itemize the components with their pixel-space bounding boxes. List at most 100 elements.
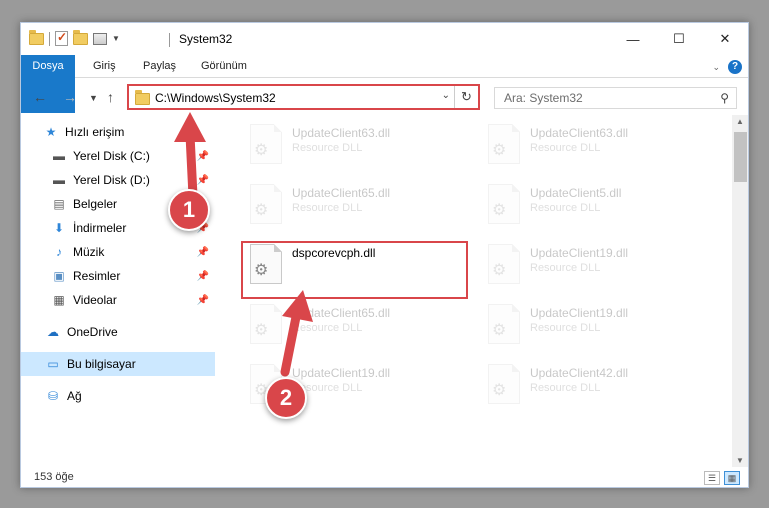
back-arrow-icon[interactable]: ← [33,89,47,105]
vertical-scrollbar[interactable]: ▲ ▼ [732,115,748,467]
file-name: UpdateClient63.dll [530,126,629,140]
minimize-button[interactable]: — [610,23,656,55]
scrollbar-thumb[interactable] [734,132,747,182]
pin-icon: 📌 [196,294,209,306]
explorer-window: ▼ System32 — ☐ ✕ Dosya Giriş Paylaş Görü… [20,22,749,488]
search-placeholder: Ara: System32 [504,91,583,105]
file-name: UpdateClient42.dll [530,366,629,380]
recent-chevron-icon[interactable]: ▼ [89,93,98,103]
file-item[interactable]: ⚙ UpdateClient65.dll Resource DLL [246,302,471,360]
file-type: Resource DLL [530,382,601,394]
file-type: Resource DLL [292,202,363,214]
nav-item-label: Yerel Disk (D:) [73,173,150,187]
address-path[interactable]: C:\Windows\System32 [155,91,276,105]
file-item[interactable]: ⚙ UpdateClient19.dll Resource DLL [484,242,709,300]
address-bar[interactable]: C:\Windows\System32 ⌄ ↻ [127,84,480,110]
file-type: Resource DLL [530,262,601,274]
file-name: UpdateClient5.dll [530,186,622,200]
step-badge-1: 1 [168,189,210,231]
network-icon: ⛁ [47,389,59,403]
file-type: Resource DLL [292,322,363,334]
download-icon: ⬇ [53,221,65,235]
nav-item-pictures[interactable]: ▣ Resimler 📌 [21,264,215,288]
chevron-down-icon[interactable]: ⌄ [442,90,450,101]
tiles-view-icon[interactable]: ▦ [724,471,740,485]
search-input[interactable]: Ara: System32 ⚲ [494,87,737,109]
up-arrow-icon[interactable]: ↑ [107,89,114,105]
gear-icon: ⚙ [254,322,269,339]
file-item[interactable]: ⚙ UpdateClient19.dll Resource DLL [484,302,709,360]
nav-item-label: Müzik [73,245,105,259]
pin-icon: 📌 [196,174,209,186]
documents-icon: ▤ [53,197,65,211]
chevron-down-icon[interactable]: ▼ [112,34,120,43]
file-type: Resource DLL [292,142,363,154]
file-item[interactable]: ⚙ UpdateClient63.dll Resource DLL [246,122,471,180]
music-icon: ♪ [56,245,62,259]
maximize-button[interactable]: ☐ [656,23,702,55]
tab-home[interactable]: Giriş [83,55,126,78]
star-icon: ★ [45,125,57,139]
pin-icon: 📌 [196,246,209,258]
folder-icon [29,29,44,45]
refresh-icon[interactable]: ↻ [454,86,478,108]
file-name: UpdateClient65.dll [292,306,391,320]
tab-share[interactable]: Paylaş [133,55,186,78]
expand-ribbon-icon[interactable]: ⌄ [712,62,720,73]
nav-item-label: Belgeler [73,197,118,211]
gear-icon: ⚙ [254,142,269,159]
scroll-down-icon[interactable]: ▼ [736,456,744,465]
status-bar: 153 öğe ☰ ▦ [21,467,748,487]
help-icon[interactable]: ? [728,60,742,74]
gear-icon: ⚙ [492,142,507,159]
nav-item-onedrive[interactable]: ☁ OneDrive [21,320,215,344]
nav-item-label: Bu bilgisayar [67,357,136,371]
customize-icon[interactable] [93,32,107,45]
view-toggle: ☰ ▦ [704,471,740,485]
file-item[interactable]: ⚙ UpdateClient65.dll Resource DLL [246,182,471,240]
scroll-up-icon[interactable]: ▲ [736,117,744,126]
folder-icon [135,90,150,105]
file-item[interactable]: ⚙ UpdateClient63.dll Resource DLL [484,122,709,180]
file-name: UpdateClient63.dll [292,126,391,140]
videos-icon: ▦ [53,293,65,307]
address-row: ← → ▼ ↑ C:\Windows\System32 ⌄ ↻ Ara: Sys… [21,79,748,115]
properties-check-icon[interactable] [55,30,68,46]
nav-item-disk-c[interactable]: ▬ Yerel Disk (C:) 📌 [21,144,215,168]
ribbon-controls: ⌄ ? [712,60,742,74]
file-item[interactable]: ⚙ UpdateClient5.dll Resource DLL [484,182,709,240]
file-name: UpdateClient19.dll [292,366,391,380]
details-view-icon[interactable]: ☰ [704,471,720,485]
gear-icon: ⚙ [492,262,507,279]
nav-item-network[interactable]: ⛁ Ağ [21,384,215,408]
file-highlight-box [241,241,468,299]
file-type: Resource DLL [530,322,601,334]
quick-access-toolbar: ▼ [29,29,120,46]
nav-item-videos[interactable]: ▦ Videolar 📌 [21,288,215,312]
drive-icon: ▬ [53,149,65,163]
nav-item-quick-access[interactable]: ★ Hızlı erişim [43,120,213,144]
item-count: 153 öğe [34,471,74,483]
nav-item-label: Yerel Disk (C:) [73,149,150,163]
gear-icon: ⚙ [492,382,507,399]
file-name: UpdateClient65.dll [292,186,391,200]
close-button[interactable]: ✕ [702,23,748,55]
nav-item-label: OneDrive [67,325,118,339]
nav-item-this-pc[interactable]: ▭ Bu bilgisayar [21,352,215,376]
new-folder-icon[interactable] [73,29,88,45]
navigation-pane: ★ Hızlı erişim ▬ Yerel Disk (C:) 📌 ▬ Yer… [21,118,217,458]
gear-icon: ⚙ [492,202,507,219]
file-item[interactable]: ⚙ UpdateClient42.dll Resource DLL [484,362,709,420]
forward-arrow-icon[interactable]: → [63,89,77,105]
ribbon-tabs: Dosya Giriş Paylaş Görünüm ⌄ ? [21,55,748,113]
file-type: Resource DLL [530,202,601,214]
title-bar: ▼ System32 — ☐ ✕ [21,23,748,55]
tab-view[interactable]: Görünüm [191,55,257,78]
separator [169,33,170,47]
pictures-icon: ▣ [53,269,65,283]
nav-item-music[interactable]: ♪ Müzik 📌 [21,240,215,264]
window-title: System32 [179,32,233,46]
step-badge-2: 2 [265,377,307,419]
search-icon[interactable]: ⚲ [720,91,729,105]
nav-item-label: Ağ [67,389,82,403]
